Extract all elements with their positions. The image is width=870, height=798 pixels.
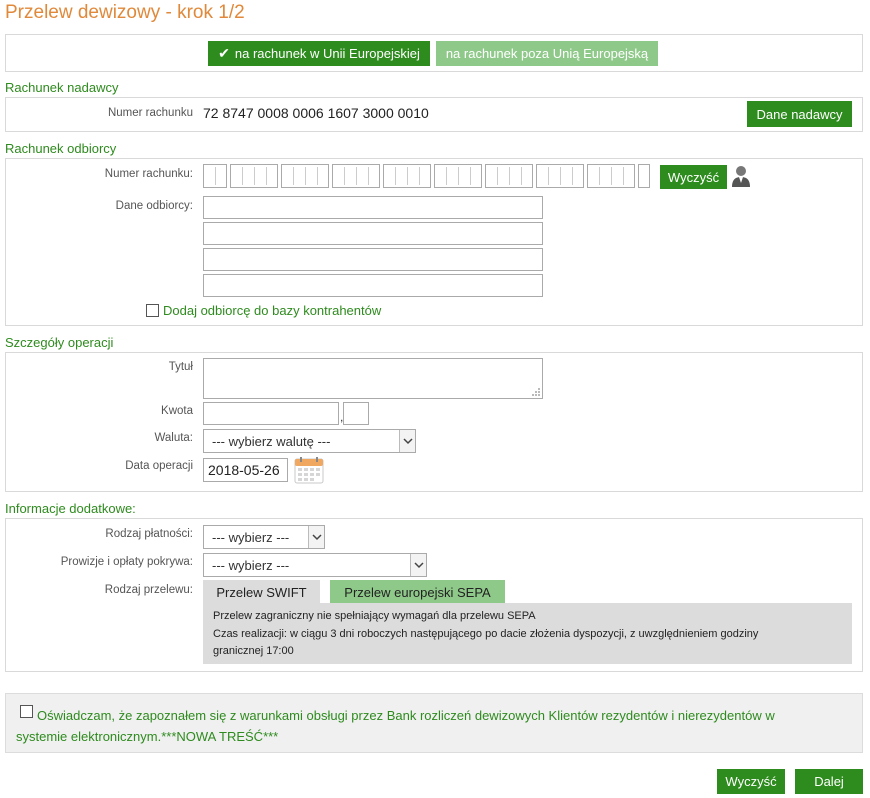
tab-swift-label: Przelew SWIFT xyxy=(216,584,307,600)
payment-type-select[interactable]: --- wybierz --- xyxy=(203,525,325,549)
currency-label: Waluta: xyxy=(154,432,193,444)
recipient-clear-button[interactable]: Wyczyść xyxy=(660,165,727,189)
recipient-account-group-field[interactable] xyxy=(383,164,431,188)
recipient-account-checksum-field[interactable] xyxy=(203,164,227,188)
page-title: Przelew dewizowy - krok 1/2 xyxy=(5,2,245,23)
recipient-account-group-field[interactable] xyxy=(587,164,635,188)
tab-eu-account[interactable]: ✔ na rachunek w Unii Europejskiej xyxy=(208,41,430,66)
recipient-address-line2-field[interactable] xyxy=(203,248,543,271)
tab-sepa-label: Przelew europejski SEPA xyxy=(344,584,491,600)
transfer-info-line: Przelew zagraniczny nie spełniający wyma… xyxy=(213,610,536,622)
chevron-down-icon xyxy=(399,430,415,452)
next-button[interactable]: Dalej xyxy=(795,769,863,794)
fees-select[interactable]: --- wybierz --- xyxy=(203,553,427,577)
recipient-section-title: Rachunek odbiorcy xyxy=(5,141,117,156)
declaration-line: Oświadczam, że zapoznałem się z warunkam… xyxy=(37,708,775,723)
sender-account-label: Numer rachunku xyxy=(107,107,193,119)
date-label: Data operacji xyxy=(125,460,193,472)
payment-type-label: Rodzaj płatności: xyxy=(105,528,193,540)
recipient-account-group-field[interactable] xyxy=(434,164,482,188)
recipient-account-group-field[interactable] xyxy=(485,164,533,188)
calendar-icon[interactable] xyxy=(294,456,324,484)
tab-swift[interactable]: Przelew SWIFT xyxy=(203,580,320,604)
resize-grip-icon[interactable] xyxy=(531,387,541,397)
recipient-name-field[interactable] xyxy=(203,196,543,219)
date-field[interactable]: 2018-05-26 xyxy=(203,458,288,482)
clear-form-button[interactable]: Wyczyść xyxy=(717,769,785,794)
additional-section-title: Informacje dodatkowe: xyxy=(5,501,136,516)
fees-value: --- wybierz --- xyxy=(212,557,290,573)
tab-non-eu-label: na rachunek poza Unią Europejską xyxy=(445,46,649,61)
transfer-type-label: Rodzaj przelewu: xyxy=(104,584,193,596)
operation-section-title: Szczegóły operacji xyxy=(5,335,114,350)
declaration-text[interactable]: Oświadczam, że zapoznałem się z warunkam… xyxy=(16,705,846,747)
check-icon: ✔ xyxy=(218,45,230,61)
title-textarea[interactable] xyxy=(203,358,543,399)
person-icon[interactable] xyxy=(730,164,752,188)
transfer-info-box: Przelew zagraniczny nie spełniający wyma… xyxy=(203,603,852,664)
payment-type-value: --- wybierz --- xyxy=(212,529,290,545)
amount-whole-field[interactable] xyxy=(203,402,339,425)
declaration-line: systemie elektronicznym.***NOWA TREŚĆ*** xyxy=(16,729,279,744)
amount-fraction-field[interactable] xyxy=(343,402,369,425)
recipient-address-line1-field[interactable] xyxy=(203,222,543,245)
recipient-account-group-field[interactable] xyxy=(230,164,278,188)
sender-section-title: Rachunek nadawcy xyxy=(5,80,119,95)
chevron-down-icon xyxy=(308,526,324,548)
recipient-address-line3-field[interactable] xyxy=(203,274,543,297)
recipient-data-label: Dane odbiorcy: xyxy=(115,200,193,212)
add-to-contacts-label[interactable]: Dodaj odbiorcę do bazy kontrahentów xyxy=(163,303,381,318)
recipient-account-label: Numer rachunku: xyxy=(104,168,193,180)
transfer-destination-panel xyxy=(5,34,863,72)
sender-account-number: 72 8747 0008 0006 1607 3000 0010 xyxy=(203,105,429,121)
amount-label: Kwota xyxy=(161,405,193,417)
transfer-info-line: Czas realizacji: w ciągu 3 dni roboczych… xyxy=(213,627,759,640)
recipient-account-group-field[interactable] xyxy=(332,164,380,188)
tab-eu-label: na rachunek w Unii Europejskiej xyxy=(234,46,420,61)
title-label: Tytuł xyxy=(168,361,193,373)
add-to-contacts-checkbox[interactable] xyxy=(146,304,159,317)
currency-select[interactable]: --- wybierz walutę --- xyxy=(203,429,416,453)
tab-sepa[interactable]: Przelew europejski SEPA xyxy=(330,580,505,604)
recipient-account-group-field[interactable] xyxy=(281,164,329,188)
tab-non-eu-account[interactable]: na rachunek poza Unią Europejską xyxy=(436,41,658,66)
recipient-account-group-field[interactable] xyxy=(536,164,584,188)
transfer-info-line: granicznej 17:00 xyxy=(213,645,294,657)
sender-details-button[interactable]: Dane nadawcy xyxy=(747,101,852,127)
chevron-down-icon xyxy=(410,554,426,576)
recipient-account-last-field[interactable] xyxy=(638,164,650,188)
currency-select-value: --- wybierz walutę --- xyxy=(212,433,331,449)
fees-label: Prowizje i opłaty pokrywa: xyxy=(60,556,193,568)
